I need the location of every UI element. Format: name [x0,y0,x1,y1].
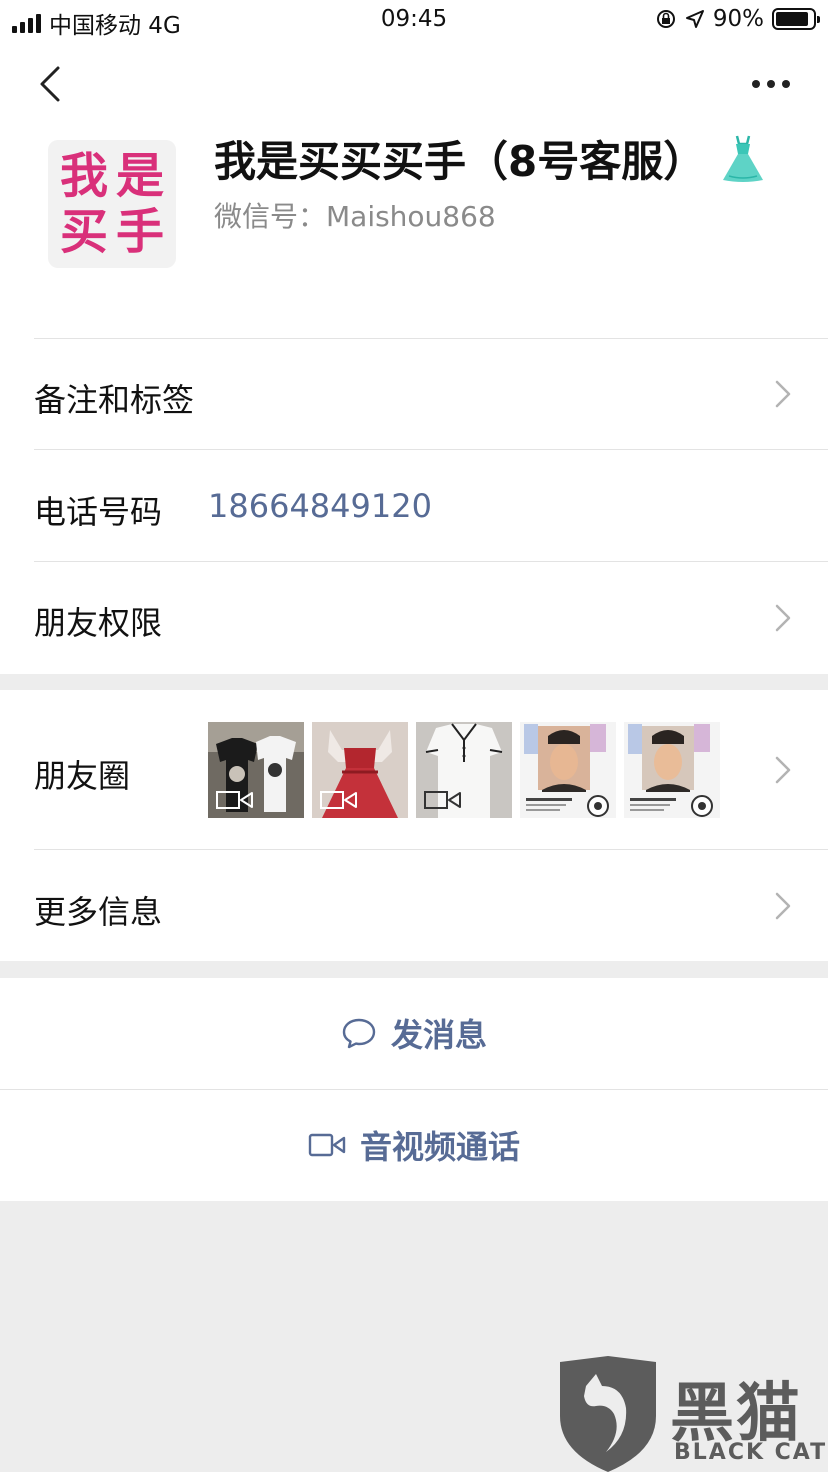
moment-thumbnail-image[interactable] [624,722,720,818]
moment-thumbnail-video[interactable] [312,722,408,818]
phone-label: 电话号码 [34,493,163,531]
more-info-row[interactable]: 更多信息 [0,850,828,961]
profile-header-panel: 中国移动 4G 09:45 90% 我 是 买 手 我是买买买手（8号客服） 微… [0,0,828,674]
video-camera-icon [424,791,461,809]
chevron-right-icon [775,604,791,632]
cat-shield-logo [560,1356,656,1472]
video-call-label: 音视频通话 [359,1128,520,1166]
friend-permissions-row[interactable]: 朋友权限 [0,562,828,674]
moments-panel: 朋友圈 更多信息 [0,690,828,961]
moments-row[interactable]: 朋友圈 [0,690,828,848]
battery-percent: 90% [712,6,764,32]
moment-thumbnail-video[interactable] [208,722,304,818]
remarks-tags-row[interactable]: 备注和标签 [0,339,828,449]
man-portrait-photo [520,722,616,818]
avatar[interactable]: 我 是 买 手 [48,140,176,268]
man-portrait-photo [624,722,720,818]
battery-icon [772,8,820,30]
video-call-button[interactable]: 音视频通话 [0,1090,828,1200]
chevron-right-icon [775,756,791,784]
rotation-lock-icon [656,10,675,28]
phone-row: 电话号码 18664849120 [0,450,828,561]
chevron-left-icon[interactable] [30,62,74,106]
moment-thumbnail-image[interactable] [520,722,616,818]
dress-icon [723,135,764,182]
ellipsis-icon[interactable] [734,66,790,102]
watermark-subtext: BLACK CAT [674,1440,828,1465]
moments-label: 朋友圈 [34,757,131,795]
permissions-label: 朋友权限 [34,604,163,642]
black-cat-watermark: 黑猫 BLACK CAT [556,1356,828,1472]
contact-name: 我是买买买手（8号客服） [214,137,706,186]
chevron-right-icon [775,892,791,920]
wechat-id: 微信号：Maishou868 [214,200,496,233]
send-message-button[interactable]: 发消息 [0,978,828,1088]
video-camera-icon [308,1133,346,1157]
moments-thumbnails[interactable] [208,722,720,818]
video-camera-icon [216,791,253,809]
remarks-label: 备注和标签 [34,381,195,419]
status-bar: 中国移动 4G 09:45 90% [0,0,828,40]
phone-number-link[interactable]: 18664849120 [208,487,432,525]
chevron-right-icon [775,380,791,408]
location-arrow-icon [685,10,704,28]
moment-thumbnail-video[interactable] [416,722,512,818]
more-info-label: 更多信息 [34,893,163,931]
send-message-label: 发消息 [390,1016,487,1054]
actions-panel: 发消息 音视频通话 [0,978,828,1201]
video-camera-icon [320,791,357,809]
chat-bubble-icon [342,1018,376,1049]
